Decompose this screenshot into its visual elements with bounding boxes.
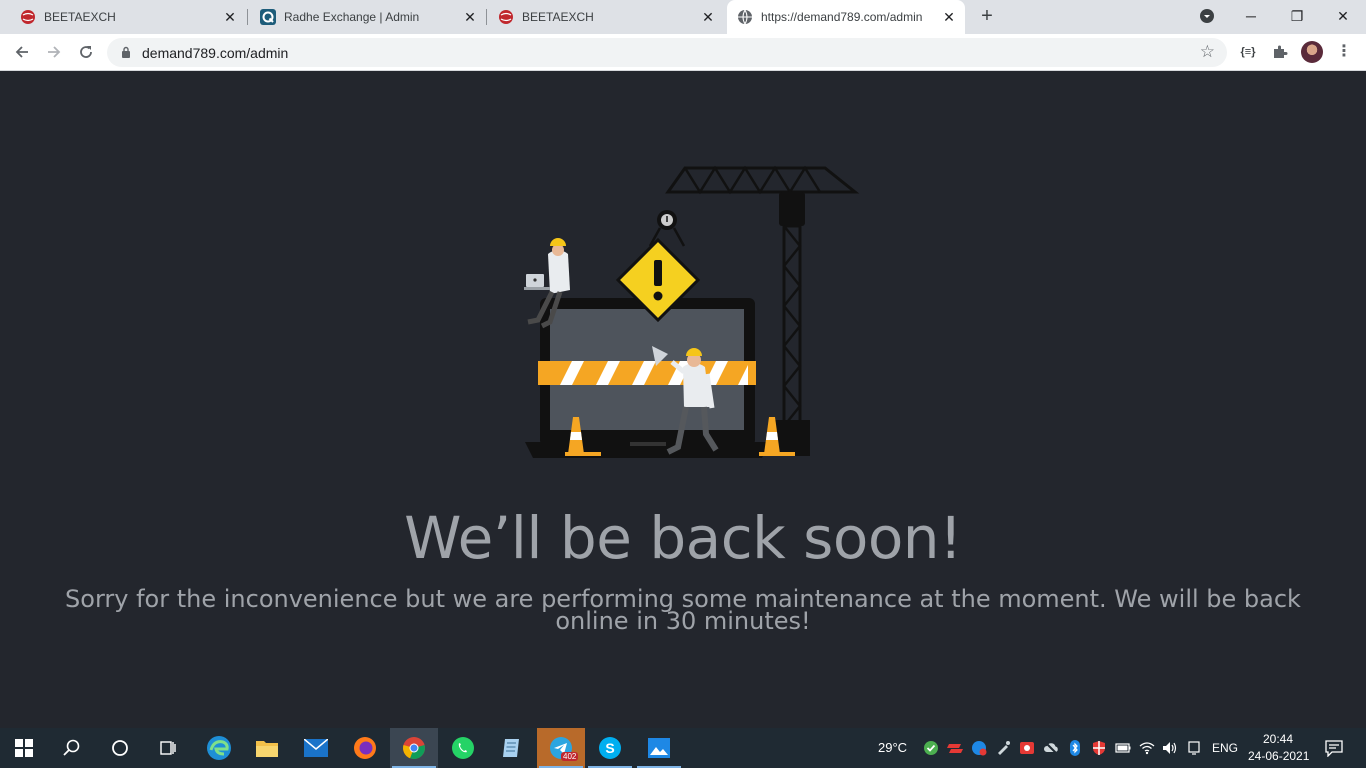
url-text: demand789.com/admin — [142, 45, 289, 61]
tab-title: Radhe Exchange | Admin — [284, 10, 420, 24]
task-view-button[interactable] — [144, 728, 192, 768]
extensions-button[interactable] — [1270, 42, 1290, 62]
weather-temperature[interactable]: 29°C — [878, 740, 907, 755]
tab-radhe-exchange[interactable]: Radhe Exchange | Admin ✕ — [240, 0, 485, 34]
wifi-icon[interactable] — [1139, 740, 1155, 756]
skype-icon: S — [599, 737, 621, 759]
tab-strip: BEETAEXCH ✕ Radhe Exchange | Admin ✕ BEE… — [0, 0, 1366, 34]
notifications-icon[interactable] — [1325, 739, 1343, 757]
maintenance-construction-illustration — [524, 165, 860, 458]
close-tab-icon[interactable]: ✕ — [462, 9, 478, 25]
display-icon[interactable] — [1186, 740, 1202, 756]
tab-title: https://demand789.com/admin — [761, 10, 923, 24]
tab-beetaexch-1[interactable]: BEETAEXCH ✕ — [0, 0, 245, 34]
whatsapp-icon — [452, 737, 474, 759]
photos-icon — [648, 738, 670, 758]
mail-icon — [304, 739, 328, 757]
shield-tray-icon[interactable] — [1091, 740, 1107, 756]
red-ball-favicon-icon — [21, 10, 35, 24]
forward-button[interactable] — [44, 42, 64, 62]
telegram-badge: 402 — [561, 752, 579, 761]
cortana-icon — [112, 740, 128, 756]
globe-icon — [738, 9, 752, 25]
close-tab-icon[interactable]: ✕ — [700, 9, 716, 25]
edge-icon — [207, 736, 231, 760]
pen-tray-icon[interactable] — [995, 740, 1011, 756]
skype-app[interactable]: S — [586, 728, 634, 768]
red-app-tray-icon[interactable] — [947, 740, 963, 756]
tab-demand789-admin[interactable]: https://demand789.com/admin ✕ — [727, 0, 965, 34]
bookmark-star-icon[interactable]: ☆ — [1200, 42, 1215, 62]
search-button[interactable] — [48, 728, 96, 768]
reload-button[interactable] — [76, 42, 96, 62]
chrome-icon — [403, 737, 425, 760]
volume-icon[interactable] — [1162, 740, 1178, 756]
close-tab-icon[interactable]: ✕ — [222, 9, 238, 25]
battery-icon[interactable] — [1115, 740, 1131, 756]
maintenance-page: We’ll be back soon! Sorry for the inconv… — [0, 72, 1366, 728]
tab-title: BEETAEXCH — [44, 10, 116, 24]
page-heading: We’ll be back soon! — [404, 504, 962, 572]
new-tab-button[interactable]: + — [977, 6, 997, 27]
weather-moon-cloud-icon[interactable] — [849, 738, 869, 758]
minimize-button[interactable]: ─ — [1241, 6, 1261, 26]
back-button[interactable] — [12, 42, 32, 62]
close-window-button[interactable]: ✕ — [1333, 6, 1353, 26]
close-tab-icon[interactable]: ✕ — [941, 9, 957, 25]
edge-app[interactable] — [195, 728, 243, 768]
file-explorer-app[interactable] — [243, 728, 291, 768]
red-ball-favicon-icon — [499, 10, 513, 24]
maintenance-message: Sorry for the inconvenience but we are p… — [65, 585, 1301, 635]
barrier — [538, 361, 756, 385]
search-icon — [63, 739, 80, 756]
arrow-right-icon — [48, 46, 61, 58]
lock-icon — [122, 46, 130, 58]
clock-date[interactable]: 24-06-2021 — [1248, 749, 1309, 763]
mail-app[interactable] — [292, 728, 340, 768]
tab-beetaexch-2[interactable]: BEETAEXCH ✕ — [478, 0, 723, 34]
chrome-menu-button[interactable]: ⋮ — [1334, 42, 1354, 62]
input-language[interactable]: ENG — [1212, 741, 1238, 755]
task-view-icon — [160, 741, 176, 755]
cortana-button[interactable] — [96, 728, 144, 768]
clock-time[interactable]: 20:44 — [1263, 732, 1293, 746]
reload-icon — [80, 46, 92, 58]
arrow-left-icon — [15, 46, 28, 58]
bluetooth-icon[interactable] — [1067, 740, 1083, 756]
restore-button[interactable]: ❐ — [1287, 6, 1307, 26]
file-explorer-icon — [256, 741, 278, 757]
firefox-app[interactable] — [341, 728, 389, 768]
chrome-app[interactable] — [390, 728, 438, 768]
puzzle-icon — [1274, 45, 1288, 58]
windows-start-icon — [15, 739, 33, 757]
notepad-app[interactable] — [488, 728, 536, 768]
tab-search-button[interactable] — [1197, 6, 1217, 26]
svg-text:S: S — [605, 740, 614, 756]
cloud-offline-icon[interactable] — [1043, 740, 1059, 756]
start-button[interactable] — [0, 728, 48, 768]
photos-app[interactable] — [635, 728, 683, 768]
whatsapp-app[interactable] — [439, 728, 487, 768]
chevron-down-circle-icon — [1200, 9, 1214, 23]
json-extension-icon[interactable]: {≡} — [1238, 42, 1258, 62]
telegram-app[interactable]: 402 — [537, 728, 585, 768]
windows-taskbar: 402 S 29°C ENG 20:44 24-06-2021 — [0, 728, 1366, 768]
tab-title: BEETAEXCH — [522, 10, 594, 24]
screen-recorder-icon[interactable] — [1019, 740, 1035, 756]
security-check-icon[interactable] — [923, 740, 939, 756]
firefox-icon — [354, 737, 376, 759]
profile-avatar[interactable] — [1301, 41, 1323, 63]
browser-toolbar: demand789.com/admin ☆ {≡} ⋮ — [0, 34, 1366, 71]
radhe-q-favicon-icon — [260, 9, 276, 25]
address-bar[interactable]: demand789.com/admin ☆ — [107, 38, 1227, 67]
chat-app-tray-icon[interactable] — [971, 740, 987, 756]
notepad-icon — [503, 739, 519, 757]
